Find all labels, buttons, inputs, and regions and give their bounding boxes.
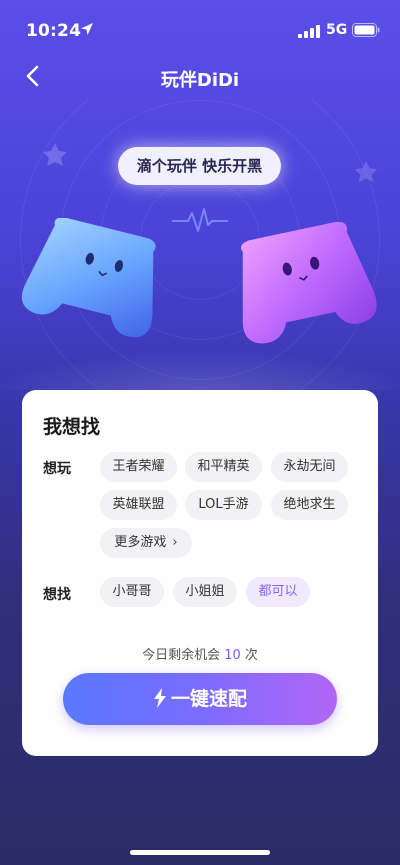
game-chip[interactable]: 永劫无间: [271, 452, 348, 482]
find-label: 想找: [43, 587, 71, 603]
pulse-icon: [172, 208, 228, 232]
card-title: 我想找: [43, 416, 101, 438]
game-chip[interactable]: 英雄联盟: [100, 490, 177, 520]
slogan-bubble: 滴个玩伴 快乐开黑: [118, 147, 281, 185]
gamepad-blue: [21, 218, 156, 338]
remaining-chances: 今日剩余机会 10 次: [22, 644, 378, 663]
game-chip[interactable]: 绝地求生: [271, 490, 348, 520]
more-games-label: 更多游戏: [114, 535, 167, 550]
chance-suffix: 次: [244, 648, 258, 663]
game-chip[interactable]: 王者荣耀: [100, 452, 177, 482]
battery-icon: [352, 23, 380, 37]
page-title: 玩伴DiDi: [160, 70, 240, 91]
star-icon: [354, 160, 378, 183]
chance-count: 10: [224, 648, 241, 663]
network-type: 5G: [326, 22, 348, 38]
play-label: 想玩: [43, 461, 71, 477]
match-card: 我想找 想玩 王者荣耀 和平精英 永劫无间 英雄联盟 LOL手游 绝地求生 更多…: [22, 390, 378, 756]
home-indicator: [130, 850, 270, 855]
signal-icon: [298, 25, 320, 38]
hero-banner: [0, 100, 400, 390]
game-chip[interactable]: LOL手游: [185, 490, 262, 520]
gender-chip[interactable]: 小姐姐: [173, 577, 237, 607]
location-arrow-icon: [81, 23, 93, 35]
gender-chip[interactable]: 小哥哥: [100, 577, 164, 607]
lightning-icon: [153, 688, 166, 708]
quick-match-button[interactable]: 一键速配: [63, 673, 337, 725]
game-chip[interactable]: 和平精英: [185, 452, 262, 482]
gender-chip-selected[interactable]: 都可以: [246, 577, 310, 607]
chevron-right-icon: ›: [172, 535, 178, 550]
status-time: 10:24: [26, 21, 82, 41]
more-games-chip[interactable]: 更多游戏 ›: [100, 528, 192, 558]
quick-match-label: 一键速配: [170, 688, 247, 710]
star-icon: [43, 143, 67, 166]
status-bar: 10:24 5G: [0, 0, 400, 56]
chance-prefix: 今日剩余机会: [142, 648, 221, 663]
gamepad-purple: [240, 222, 377, 344]
